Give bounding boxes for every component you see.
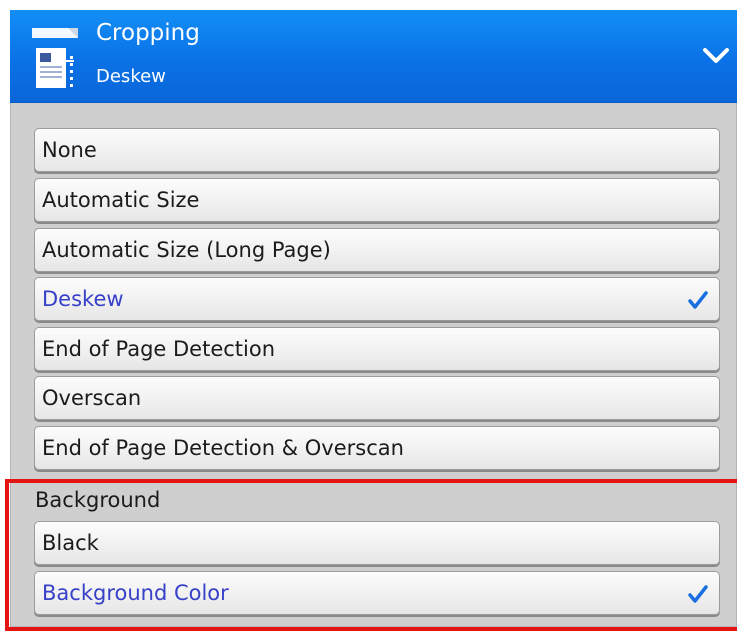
background-section-label: Background xyxy=(35,488,161,512)
checkmark-icon xyxy=(688,291,708,309)
option-end-of-page-detection-and-overscan[interactable]: End of Page Detection & Overscan xyxy=(34,426,720,470)
option-end-of-page-detection[interactable]: End of Page Detection xyxy=(34,327,720,371)
option-background-black[interactable]: Black xyxy=(34,521,720,565)
option-label: Automatic Size (Long Page) xyxy=(42,238,331,262)
option-label: None xyxy=(42,138,97,162)
option-automatic-size-long-page[interactable]: Automatic Size (Long Page) xyxy=(34,228,720,272)
option-label: Overscan xyxy=(42,386,142,410)
document-crop-icon xyxy=(32,28,78,88)
option-deskew[interactable]: Deskew xyxy=(34,277,720,321)
header-title: Cropping xyxy=(96,20,200,46)
option-label: Background Color xyxy=(42,581,229,605)
option-none[interactable]: None xyxy=(34,128,720,172)
cropping-header[interactable]: Cropping Deskew xyxy=(10,10,737,103)
option-automatic-size[interactable]: Automatic Size xyxy=(34,178,720,222)
option-label: Automatic Size xyxy=(42,188,200,212)
option-background-color[interactable]: Background Color xyxy=(34,571,720,615)
checkmark-icon xyxy=(688,585,708,603)
cropping-panel: Cropping Deskew None Automatic Size Auto… xyxy=(10,10,737,627)
header-subtitle: Deskew xyxy=(96,66,166,87)
chevron-down-icon[interactable] xyxy=(701,40,731,70)
option-overscan[interactable]: Overscan xyxy=(34,376,720,420)
option-label: End of Page Detection xyxy=(42,337,276,361)
option-label: Black xyxy=(42,531,99,555)
option-label: End of Page Detection & Overscan xyxy=(42,436,404,460)
option-label: Deskew xyxy=(42,287,124,311)
